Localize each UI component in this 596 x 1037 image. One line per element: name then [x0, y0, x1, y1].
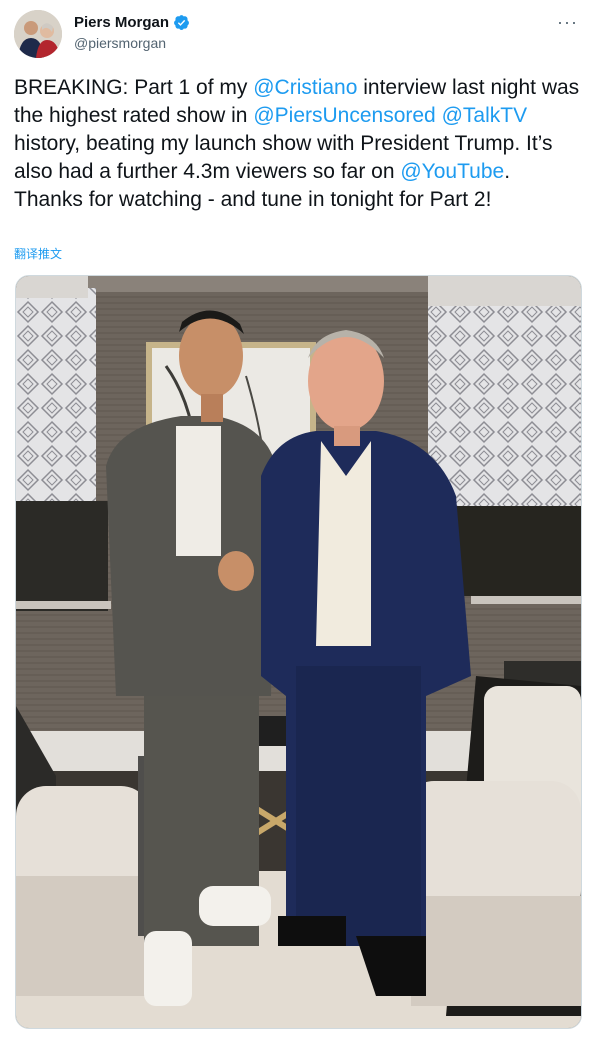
more-dots-icon[interactable]: ···: [557, 12, 578, 33]
tweet-header: Piers Morgan @piersmorgan ···: [14, 10, 584, 60]
tweet-text-segment: BREAKING: Part 1 of my: [14, 76, 254, 99]
mention-link[interactable]: @PiersUncensored: [253, 104, 435, 127]
mention-link[interactable]: @YouTube: [400, 160, 504, 183]
verified-badge-icon: [174, 15, 189, 30]
mention-link[interactable]: @TalkTV: [442, 104, 528, 127]
avatar[interactable]: [14, 10, 62, 58]
user-handle[interactable]: @piersmorgan: [74, 35, 190, 51]
tweet-text: BREAKING: Part 1 of my @Cristiano interv…: [14, 74, 584, 214]
translate-tweet-link[interactable]: 翻译推文: [14, 245, 62, 262]
photo-image: [16, 276, 581, 1028]
mention-link[interactable]: @Cristiano: [253, 76, 357, 99]
tweet-photo[interactable]: [15, 275, 582, 1029]
display-name[interactable]: Piers Morgan: [74, 14, 169, 31]
